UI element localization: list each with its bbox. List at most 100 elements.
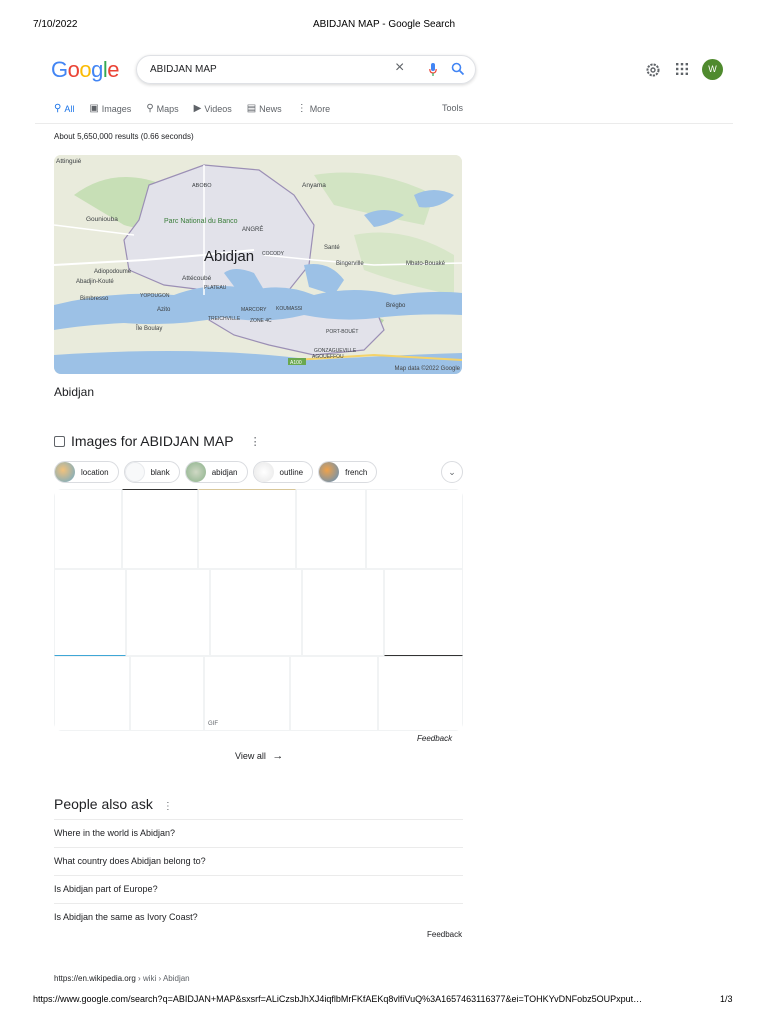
header-divider bbox=[35, 123, 733, 124]
print-title: ABIDJAN MAP - Google Search bbox=[312, 19, 456, 30]
logo-letter: e bbox=[107, 57, 120, 82]
video-icon: ▶ bbox=[193, 103, 202, 114]
cite-domain: https://en.wikipedia.org bbox=[54, 974, 136, 983]
map-label: Île Boulay bbox=[135, 325, 162, 332]
image-grid: GIF bbox=[54, 489, 463, 731]
map-label: COCODY bbox=[262, 251, 285, 257]
chip-location[interactable]: location bbox=[54, 461, 119, 483]
paa-feedback-link[interactable]: Feedback bbox=[427, 930, 462, 939]
settings-icon[interactable] bbox=[645, 62, 661, 78]
view-all-label: View all bbox=[235, 751, 266, 761]
chip-blank[interactable]: blank bbox=[123, 461, 180, 483]
tab-news[interactable]: ▤ News bbox=[247, 103, 282, 114]
map-label: Anyama bbox=[302, 182, 326, 189]
chip-thumbnail bbox=[55, 462, 75, 482]
image-thumbnail[interactable] bbox=[302, 569, 384, 656]
chip-label: outline bbox=[279, 467, 304, 477]
image-thumbnail[interactable] bbox=[296, 489, 366, 569]
chip-french[interactable]: french bbox=[318, 461, 378, 483]
search-box[interactable]: ABIDJAN MAP × bbox=[136, 55, 476, 84]
chevron-down-icon[interactable]: ⌄ bbox=[441, 461, 463, 483]
images-title[interactable]: Images for ABIDJAN MAP bbox=[71, 433, 234, 449]
chip-outline[interactable]: outline bbox=[252, 461, 314, 483]
image-thumbnail[interactable]: GIF bbox=[204, 656, 290, 731]
image-thumbnail[interactable] bbox=[122, 489, 198, 569]
chip-thumbnail bbox=[185, 462, 206, 482]
map-label: MARCORY bbox=[241, 307, 267, 313]
image-thumbnail[interactable] bbox=[378, 656, 463, 731]
tab-maps[interactable]: ⚲ Maps bbox=[146, 103, 178, 114]
tab-all[interactable]: ⚲ All bbox=[54, 103, 74, 114]
image-thumbnail[interactable] bbox=[366, 489, 463, 569]
chip-label: blank bbox=[150, 467, 170, 477]
map-label: PORT-BOUËT bbox=[326, 328, 358, 335]
image-chips: location blank abidjan outline french bbox=[54, 461, 378, 483]
map-label: A100 bbox=[290, 360, 302, 366]
people-also-ask-header: People also ask ⋮ bbox=[54, 796, 173, 812]
image-thumbnail[interactable] bbox=[198, 489, 296, 569]
more-options-icon[interactable]: ⋮ bbox=[250, 435, 261, 448]
search-icon[interactable] bbox=[451, 62, 465, 76]
paa-question[interactable]: Is Abidjan part of Europe? bbox=[54, 875, 463, 903]
chip-label: french bbox=[345, 467, 368, 477]
map-label: Attécoubé bbox=[182, 275, 212, 282]
mic-icon[interactable] bbox=[429, 63, 437, 77]
clear-icon[interactable]: × bbox=[395, 59, 404, 77]
chip-thumbnail bbox=[124, 462, 145, 482]
google-logo[interactable]: Google bbox=[51, 57, 120, 83]
paa-title: People also ask bbox=[54, 796, 153, 812]
gif-badge: GIF bbox=[208, 721, 218, 727]
chip-thumbnail bbox=[253, 462, 274, 482]
tab-videos[interactable]: ▶ Videos bbox=[194, 103, 232, 114]
image-thumbnail[interactable] bbox=[384, 569, 463, 656]
logo-letter: o bbox=[79, 57, 92, 82]
map-label: Parc National du Banco bbox=[164, 218, 238, 225]
map-label: Bimbresso bbox=[80, 296, 109, 302]
map-preview[interactable]: Attinguié ABOBO Anyama Gouniouba Parc Na… bbox=[54, 155, 462, 374]
chip-thumbnail bbox=[319, 462, 340, 482]
map-label: Abadjin-Kouté bbox=[76, 279, 114, 285]
map-label: Santé bbox=[324, 245, 340, 251]
image-thumbnail[interactable] bbox=[54, 489, 122, 569]
map-credit: Map data ©2022 Google bbox=[394, 366, 460, 372]
paa-question[interactable]: What country does Abidjan belong to? bbox=[54, 847, 463, 875]
chip-abidjan[interactable]: abidjan bbox=[184, 461, 248, 483]
map-place-title[interactable]: Abidjan bbox=[54, 385, 94, 399]
images-feedback-link[interactable]: Feedback bbox=[417, 734, 452, 743]
map-label: AGOUEFFOU bbox=[312, 354, 344, 360]
images-section-header: Images for ABIDJAN MAP ⋮ bbox=[54, 433, 261, 449]
map-label: KOUMASSI bbox=[276, 306, 302, 312]
tab-label: News bbox=[259, 103, 282, 114]
tab-label: Images bbox=[101, 103, 132, 114]
result-cite[interactable]: https://en.wikipedia.org › wiki › Abidja… bbox=[54, 974, 190, 983]
map-pin-icon: ⚲ bbox=[146, 103, 154, 114]
map-label: Gouniouba bbox=[86, 216, 118, 223]
logo-letter: G bbox=[51, 57, 68, 82]
logo-letter: g bbox=[91, 57, 103, 82]
map-label: ANGRÉ bbox=[242, 226, 263, 233]
map-label: Mbato-Bouaké bbox=[406, 261, 446, 267]
image-thumbnail[interactable] bbox=[54, 569, 126, 656]
image-icon bbox=[54, 435, 65, 447]
image-thumbnail[interactable] bbox=[54, 656, 130, 731]
image-thumbnail[interactable] bbox=[210, 569, 302, 656]
tab-more[interactable]: ⋮ More bbox=[297, 103, 331, 114]
print-page-number: 1/3 bbox=[720, 994, 733, 1004]
paa-question[interactable]: Where in the world is Abidjan? bbox=[54, 819, 463, 847]
view-all-button[interactable]: View all → bbox=[235, 750, 283, 762]
arrow-right-icon: → bbox=[272, 750, 284, 762]
search-input[interactable]: ABIDJAN MAP bbox=[150, 64, 217, 75]
apps-grid-icon[interactable] bbox=[675, 62, 689, 76]
image-thumbnail[interactable] bbox=[126, 569, 210, 656]
map-label: Attinguié bbox=[56, 158, 82, 165]
tools-button[interactable]: Tools bbox=[442, 103, 463, 113]
search-icon: ⚲ bbox=[54, 103, 62, 114]
image-thumbnail[interactable] bbox=[130, 656, 204, 731]
print-url: https://www.google.com/search?q=ABIDJAN+… bbox=[33, 994, 643, 1004]
more-options-icon[interactable]: ⋮ bbox=[163, 801, 173, 812]
map-label: PLATEAU bbox=[204, 285, 227, 291]
paa-question[interactable]: Is Abidjan the same as Ivory Coast? bbox=[54, 903, 463, 931]
image-thumbnail[interactable] bbox=[290, 656, 378, 731]
tab-images[interactable]: ▣ Images bbox=[89, 103, 131, 114]
avatar[interactable]: W bbox=[702, 59, 723, 80]
